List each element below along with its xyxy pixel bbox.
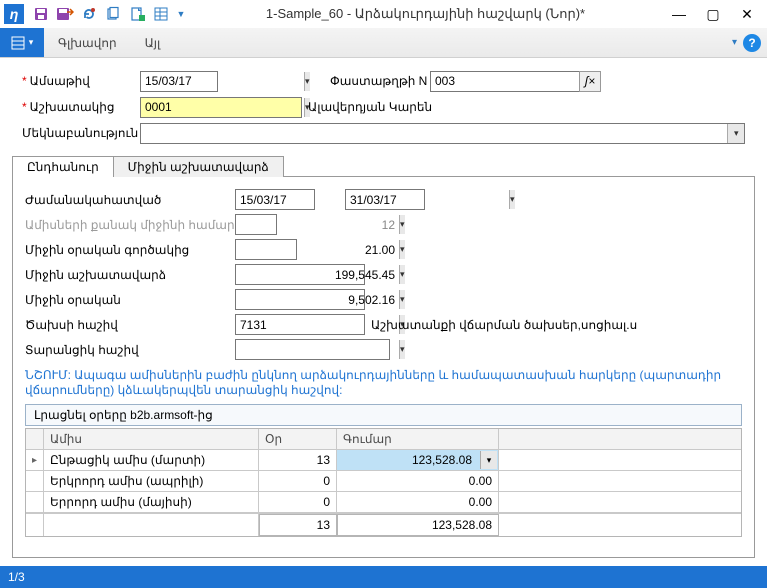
- grid-header: Ամիս Օր Գումար: [26, 429, 741, 450]
- transit-input[interactable]: ▾: [235, 339, 390, 360]
- attach-icon[interactable]: [126, 3, 148, 25]
- chevron-down-icon[interactable]: ▾: [509, 190, 515, 209]
- window-title: 1-Sample_60 - Արձակուրդայինի հաշվարկ (Նո…: [190, 6, 661, 22]
- period-to-input[interactable]: ▾: [345, 189, 425, 210]
- minimize-button[interactable]: —: [663, 2, 695, 26]
- docnum-lookup-button[interactable]: ʃ×: [579, 71, 601, 92]
- table-row[interactable]: Երկրորդ ամիս (ապրիլի) 0 0.00: [26, 471, 741, 492]
- save-close-icon[interactable]: [54, 3, 76, 25]
- period-label: Ժամանակահատված: [25, 193, 235, 207]
- close-button[interactable]: ✕: [731, 2, 763, 26]
- file-menu-button[interactable]: ▾: [0, 28, 44, 57]
- grid-icon[interactable]: [150, 3, 172, 25]
- months-input[interactable]: ▾: [235, 214, 277, 235]
- table-row[interactable]: Երրորդ ամիս (մայիսի) 0 0.00: [26, 492, 741, 513]
- grid-totals: 13 123,528.08: [26, 514, 741, 536]
- menu-collapse-icon[interactable]: ▾: [732, 37, 737, 48]
- period-from-input[interactable]: ▾: [235, 189, 315, 210]
- avg-daily-input[interactable]: ▾: [235, 289, 365, 310]
- tab-container: Ընդհանուր Միջին աշխատավարձ Ժամանակահատվա…: [12, 176, 755, 558]
- avg-daily-label: Միջին օրական: [25, 293, 235, 307]
- cost-account-label: Ծախսի հաշիվ: [25, 318, 235, 332]
- date-input[interactable]: ▾: [140, 71, 218, 92]
- avg-salary-label: Միջին աշխատավարձ: [25, 268, 235, 282]
- form-header: *Ամսաթիվ ▾ Փաստաթղթի N ʃ× *Աշխատակից ▾ Ա…: [0, 58, 767, 154]
- avg-salary-input[interactable]: ▾: [235, 264, 365, 285]
- save-icon[interactable]: [30, 3, 52, 25]
- cost-account-input[interactable]: ▾: [235, 314, 365, 335]
- app-icon: η: [4, 4, 24, 24]
- refresh-icon[interactable]: [78, 3, 100, 25]
- avg-daily-coef-label: Միջին օրական գործակից: [25, 243, 235, 257]
- copy-icon[interactable]: [102, 3, 124, 25]
- docnum-label: Փաստաթղթի N: [330, 74, 427, 88]
- comment-input[interactable]: ▾: [140, 123, 745, 144]
- chevron-down-icon[interactable]: ▾: [399, 240, 405, 259]
- grid-dropdown-icon[interactable]: ▼: [174, 3, 188, 25]
- maximize-button[interactable]: ▢: [697, 2, 729, 26]
- tab-salary[interactable]: Միջին աշխատավարձ: [113, 156, 284, 177]
- fill-days-button[interactable]: Լրացնել օրերը b2b.armsoft-ից: [25, 404, 742, 426]
- chevron-down-icon[interactable]: ▾: [399, 340, 405, 359]
- chevron-down-icon[interactable]: ▾: [304, 72, 310, 91]
- title-bar: η ▼ 1-Sample_60 - Արձակուրդայինի հաշվարկ…: [0, 0, 767, 28]
- months-grid: Ամիս Օր Գումար ▸ Ընթացիկ ամիս (մարտի) 13…: [25, 428, 742, 537]
- menu-strip: ▾ Գլխավոր Այլ ▾ ?: [0, 28, 767, 58]
- employee-name: Ալավերդյան Կարեն: [308, 100, 432, 114]
- col-amount[interactable]: Գումար: [337, 429, 499, 450]
- tab-general[interactable]: Ընդհանուր: [12, 156, 114, 177]
- chevron-down-icon[interactable]: ▾: [399, 290, 405, 309]
- chevron-down-icon[interactable]: ▾: [399, 265, 405, 284]
- employee-input[interactable]: ▾: [140, 97, 302, 118]
- note-text: ՆՇՈՒՄ: Ապագա ամիսներին բաժին ընկնող արձա…: [25, 368, 742, 398]
- date-label: Ամսաթիվ: [30, 74, 90, 88]
- menu-other[interactable]: Այլ: [131, 28, 175, 57]
- table-row[interactable]: ▸ Ընթացիկ ամիս (մարտի) 13 123,528.08 ▾: [26, 450, 741, 471]
- transit-label: Տարանցիկ հաշիվ: [25, 343, 235, 357]
- menu-main[interactable]: Գլխավոր: [44, 28, 131, 57]
- total-amount: 123,528.08: [337, 514, 499, 536]
- tabs-header: Ընդհանուր Միջին աշխատավարձ: [12, 155, 284, 176]
- page-indicator: 1/3: [8, 570, 25, 584]
- comment-label: Մեկնաբանություն: [22, 126, 138, 140]
- cost-account-desc: Աշխատանքի վճարման ծախսեր,սոցիալ.ս: [371, 318, 637, 332]
- months-label: Ամիսների քանակ միջինի համար: [25, 218, 235, 232]
- col-month[interactable]: Ամիս: [44, 429, 259, 450]
- total-days: 13: [259, 514, 337, 536]
- employee-label: Աշխատակից: [30, 100, 115, 114]
- chevron-down-icon[interactable]: ▾: [399, 215, 405, 234]
- tab-general-body: Ժամանակահատված ▾ ▾ Ամիսների քանակ միջինի…: [25, 187, 742, 537]
- docnum-input[interactable]: [430, 71, 580, 92]
- col-days[interactable]: Օր: [259, 429, 337, 450]
- chevron-down-icon[interactable]: ▾: [480, 451, 497, 469]
- avg-daily-coef-input[interactable]: ▾: [235, 239, 297, 260]
- status-bar: 1/3: [0, 566, 767, 588]
- chevron-down-icon[interactable]: ▾: [727, 124, 744, 143]
- help-icon[interactable]: ?: [743, 34, 761, 52]
